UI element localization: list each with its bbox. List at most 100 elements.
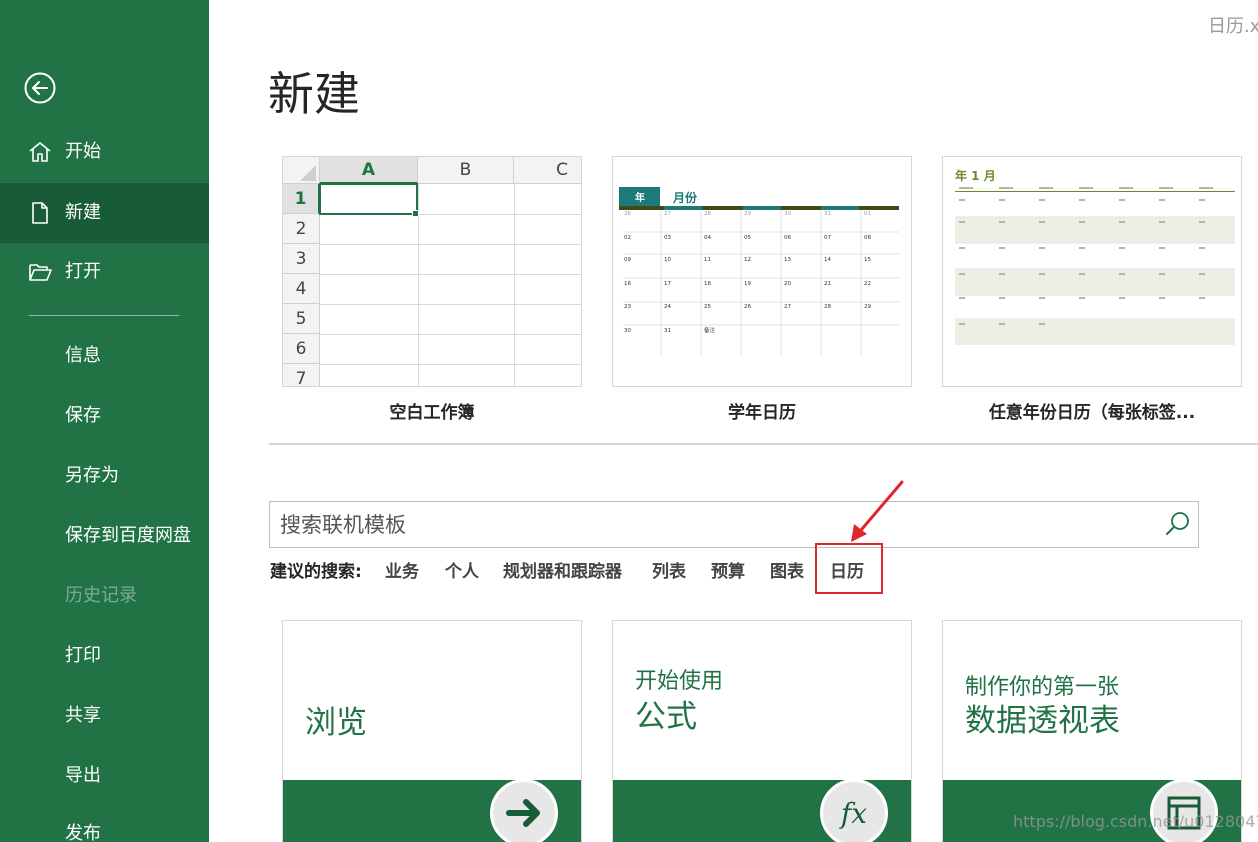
row-header: 7	[283, 364, 320, 386]
section-divider	[269, 443, 1258, 445]
feature-card-formulas[interactable]: 开始使用 公式 fx	[612, 620, 912, 842]
calendar-date: 13	[784, 257, 791, 263]
nav-divider	[29, 315, 179, 316]
row-header: 5	[283, 304, 320, 334]
calendar-date-mark	[999, 187, 1013, 189]
nav-share-label: 共享	[65, 705, 101, 726]
calendar-date: 27	[784, 304, 791, 310]
row-header: 1	[283, 184, 320, 214]
calendar-date: 30	[624, 328, 631, 334]
nav-publish-label: 发布	[65, 823, 101, 842]
nav-save-label: 保存	[65, 405, 101, 426]
feature-card-title: 浏览	[305, 705, 367, 741]
column-header: A	[320, 157, 418, 184]
calendar-date: 29	[744, 211, 751, 217]
calendar-date: 12	[744, 257, 751, 263]
search-input[interactable]	[270, 502, 1150, 547]
calendar-date: 31	[664, 328, 671, 334]
feature-card-pivot[interactable]: 制作你的第一张 数据透视表	[942, 620, 1242, 842]
calendar-date: 备注	[704, 326, 716, 334]
back-arrow-icon	[24, 72, 56, 104]
nav-publish[interactable]: 发布	[0, 804, 209, 842]
nav-share[interactable]: 共享	[0, 686, 209, 746]
feature-card-circle: fx	[820, 779, 888, 842]
calendar-date: 27	[664, 211, 671, 217]
annotation-arrow-icon	[851, 480, 904, 542]
row-header: 4	[283, 274, 320, 304]
suggested-search-charts[interactable]: 图表	[770, 557, 804, 582]
nav-save[interactable]: 保存	[0, 386, 209, 446]
calendar-date-mark	[1119, 199, 1125, 201]
calendar-date-mark	[999, 273, 1005, 275]
grid-corner	[283, 157, 320, 184]
home-icon	[29, 142, 51, 162]
calendar-date: 07	[824, 235, 831, 241]
nav-open[interactable]: 打开	[0, 242, 209, 302]
calendar-date-mark	[1159, 187, 1173, 189]
nav-save-to-baidu[interactable]: 保存到百度网盘	[0, 506, 209, 566]
calendar-date-mark	[1199, 221, 1205, 223]
nav-info[interactable]: 信息	[0, 326, 209, 386]
calendar-date-mark	[1039, 221, 1045, 223]
svg-text:fx: fx	[839, 797, 867, 830]
calendar-date: 28	[704, 211, 711, 217]
calendar-date-mark	[1159, 247, 1165, 249]
calendar-date: 04	[704, 235, 711, 241]
calendar-date-mark	[1159, 221, 1165, 223]
calendar-date-mark	[1199, 297, 1205, 299]
suggested-search-budget[interactable]: 预算	[711, 557, 745, 582]
fx-icon: fx	[839, 797, 867, 830]
calendar-date-mark	[1039, 187, 1053, 189]
fill-handle	[412, 210, 419, 217]
suggested-search-personal[interactable]: 个人	[445, 557, 479, 582]
template-label: 任意年份日历（每张标签...	[988, 403, 1196, 423]
search-icon[interactable]	[1164, 510, 1192, 538]
calendar-date-mark	[959, 247, 965, 249]
column-header: B	[418, 157, 514, 184]
nav-new[interactable]: 新建	[0, 183, 209, 243]
feature-card-browse[interactable]: 浏览	[282, 620, 582, 842]
row-header: 6	[283, 334, 320, 364]
feature-card-title: 数据透视表	[965, 703, 1120, 739]
calendar-date: 02	[624, 235, 631, 241]
calendar-date-mark	[1119, 187, 1133, 189]
template-label: 学年日历	[728, 403, 796, 423]
suggested-search-business[interactable]: 业务	[385, 557, 419, 582]
calendar-date: 16	[624, 281, 631, 287]
calendar-date-mark	[1199, 273, 1205, 275]
annotation-highlight-box	[815, 543, 883, 594]
calendar-preview: 年 月份 26 27 28 29 30 31 01 02 03 04 05 06 07 08 09 10 11 1…	[619, 187, 899, 357]
nav-print[interactable]: 打印	[0, 626, 209, 686]
search-box[interactable]	[269, 501, 1199, 548]
grid-line	[320, 244, 581, 245]
template-school-year-calendar[interactable]: 年 月份 26 27 28 29 30 31 01 02 03 04 05 06 07 08 09 10 11 1…	[612, 156, 912, 387]
suggested-search-lists[interactable]: 列表	[652, 557, 686, 582]
column-header: C	[514, 157, 581, 184]
nav-home[interactable]: 开始	[0, 122, 209, 182]
template-any-year-calendar[interactable]: 年 1 月	[942, 156, 1242, 387]
nav-history-label: 历史记录	[65, 585, 137, 606]
nav-history: 历史记录	[0, 566, 209, 626]
template-label: 空白工作簿	[389, 403, 475, 423]
nav-open-label: 打开	[65, 261, 101, 282]
suggested-search-planners[interactable]: 规划器和跟踪器	[503, 557, 622, 582]
calendar-date-mark	[999, 247, 1005, 249]
calendar-date-mark	[999, 323, 1005, 325]
nav-info-label: 信息	[65, 345, 101, 366]
calendar-date: 01	[864, 211, 871, 217]
grid-line	[320, 274, 581, 275]
row-header: 3	[283, 244, 320, 274]
nav-save-as[interactable]: 另存为	[0, 446, 209, 506]
calendar-date-mark	[959, 199, 965, 201]
suggested-searches-label: 建议的搜索:	[270, 562, 362, 582]
back-button[interactable]	[24, 72, 56, 104]
calendar-date: 23	[624, 304, 631, 310]
calendar-date: 19	[744, 281, 751, 287]
nav-export[interactable]: 导出	[0, 746, 209, 806]
template-blank-workbook[interactable]: A B C 1 2 3 4 5 6 7	[282, 156, 582, 387]
new-document-icon	[32, 202, 48, 224]
calendar-date: 14	[824, 257, 831, 263]
calendar-date-mark	[1159, 199, 1165, 201]
calendar-date: 22	[864, 281, 871, 287]
calendar-date-mark	[1199, 187, 1213, 189]
